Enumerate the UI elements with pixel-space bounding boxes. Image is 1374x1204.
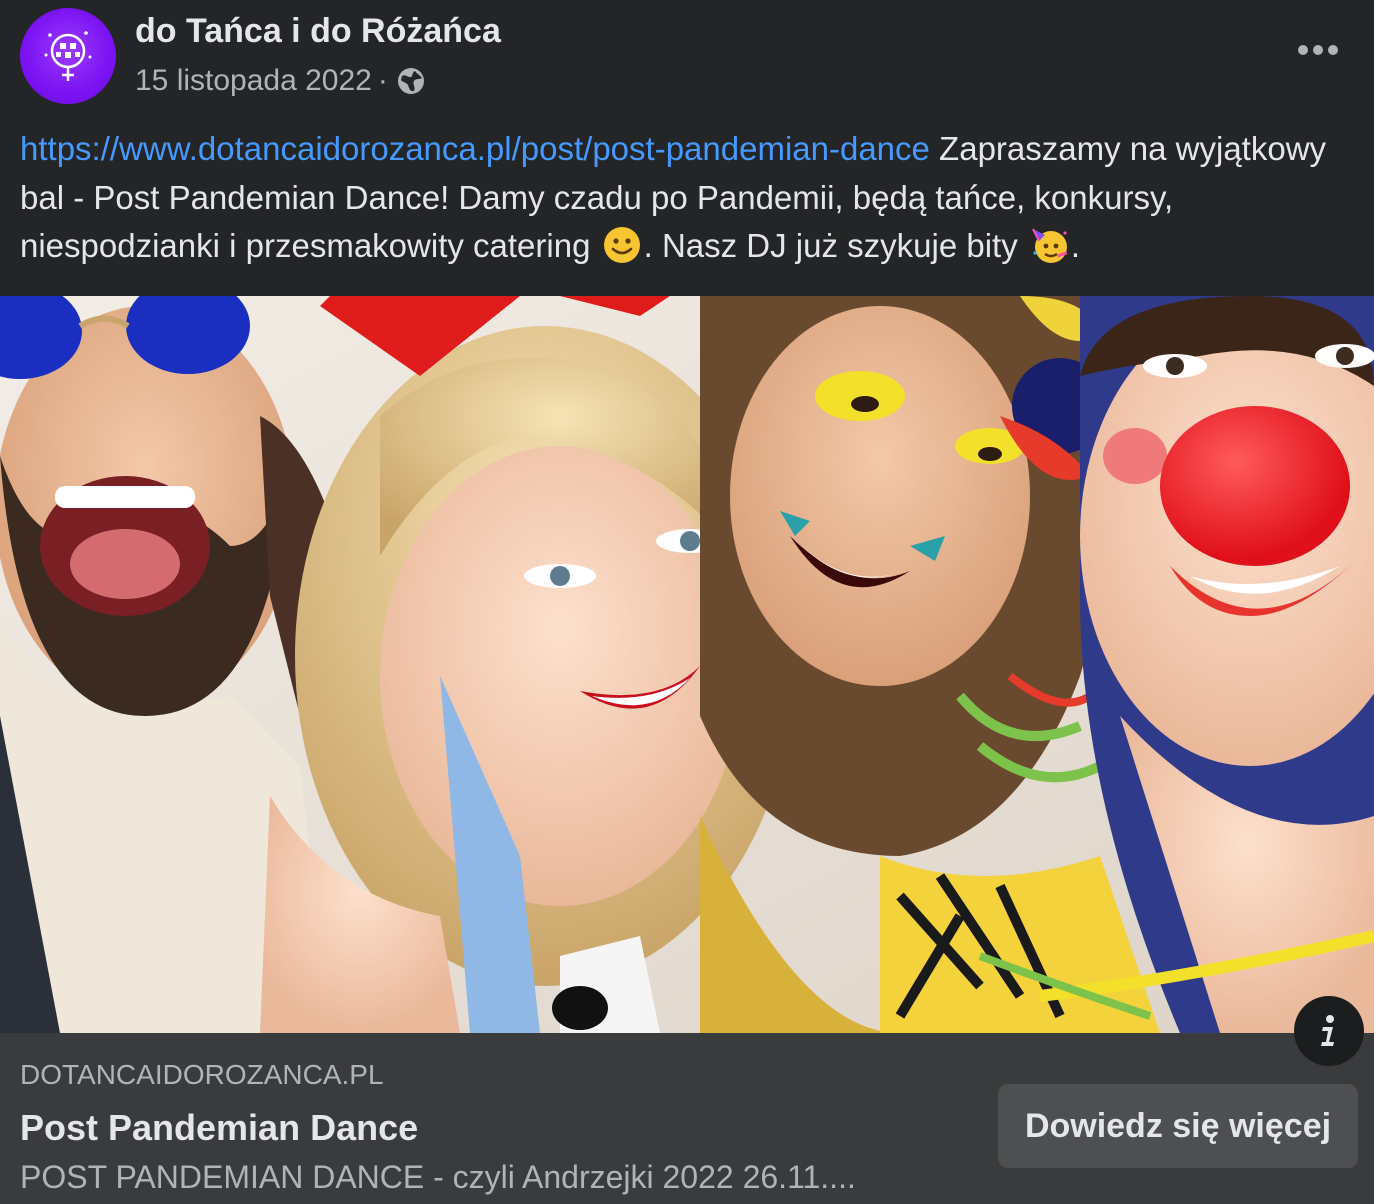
post-header: do Tańca i do Różańca 15 listopada 2022 … — [0, 0, 1374, 120]
meta-separator: · — [377, 64, 388, 97]
link-description: POST PANDEMIAN DANCE - czyli Andrzejki 2… — [20, 1159, 856, 1195]
post-text-part-3: . — [1070, 227, 1081, 264]
globe-icon[interactable] — [396, 66, 426, 96]
more-options-icon[interactable] — [1294, 30, 1342, 70]
page-avatar[interactable] — [20, 8, 116, 104]
post-image[interactable] — [0, 296, 1374, 1033]
partying-face-emoji-icon — [1029, 225, 1069, 265]
link-title[interactable]: Post Pandemian Dance — [20, 1107, 418, 1149]
slightly-smiling-face-emoji-icon — [602, 225, 642, 265]
post-text-part-2: . Nasz DJ już szykuje bity — [643, 227, 1027, 264]
link-preview-card[interactable]: DOTANCAIDOROZANCA.PL Post Pandemian Danc… — [0, 1033, 1374, 1204]
post-date-link[interactable]: 15 listopada 2022 — [135, 64, 372, 98]
disco-ball-logo-icon — [44, 31, 92, 81]
post-meta: 15 listopada 2022 · — [135, 64, 426, 98]
post-body-text: https://www.dotancaidorozanca.pl/post/po… — [20, 125, 1354, 271]
link-domain: DOTANCAIDOROZANCA.PL — [20, 1059, 384, 1090]
facebook-post: do Tańca i do Różańca 15 listopada 2022 … — [0, 0, 1374, 1204]
page-name-link[interactable]: do Tańca i do Różańca — [135, 12, 501, 51]
post-url-link[interactable]: https://www.dotancaidorozanca.pl/post/po… — [20, 130, 930, 167]
learn-more-button[interactable]: Dowiedz się więcej — [998, 1084, 1358, 1168]
info-icon[interactable] — [1294, 996, 1364, 1066]
